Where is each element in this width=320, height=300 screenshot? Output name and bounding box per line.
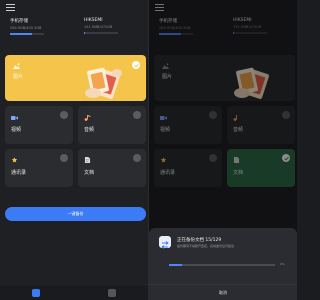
dialog-title: 正在备份文档 15/129 [177, 238, 222, 243]
storage-name: HIKSEMI [84, 18, 103, 23]
storage-size: 151.5MB/472GB [84, 25, 113, 29]
check-icon [133, 63, 139, 68]
document-icon [84, 157, 91, 163]
music-icon [84, 115, 91, 121]
progress-percent: 1% [280, 262, 285, 266]
photo-select-checkbox[interactable] [132, 61, 140, 69]
contacts-card[interactable]: 通讯录 [5, 149, 73, 187]
audio-card[interactable]: 音频 [78, 106, 146, 144]
files-tab-icon[interactable] [108, 289, 116, 297]
video-card[interactable]: 视频 [5, 106, 73, 144]
photo-card[interactable]: 图片 [5, 55, 146, 101]
backup-button-label: 一键备份 [67, 211, 84, 216]
image-icon [13, 63, 20, 69]
divider [149, 284, 297, 285]
card-label: 文档 [84, 170, 95, 176]
photo-illustration [85, 67, 122, 99]
card-label: 视频 [11, 127, 22, 133]
backup-progress-dialog: 正在备份文档 15/129 备份期间不得断开连接，完成备份后可拔出 1% 取消 [149, 228, 297, 300]
dialog-description: 备份期间不得断开连接，完成备份后可拔出 [177, 244, 235, 248]
one-click-backup-button[interactable]: 一键备份 [5, 207, 146, 221]
backup-progress-bar [169, 264, 275, 266]
storage-size: 264.9GB/405.3GB [10, 26, 42, 30]
hiksemi-storage[interactable]: HIKSEMI 151.5MB/472GB [84, 18, 118, 34]
video-select-checkbox[interactable] [60, 111, 68, 119]
home-tab-icon[interactable] [32, 289, 40, 297]
card-label: 音频 [84, 127, 95, 133]
menu-icon[interactable] [6, 4, 15, 11]
card-label: 通讯录 [11, 170, 27, 176]
storage-name: 手机存储 [10, 19, 28, 24]
docs-card[interactable]: 文档 [78, 149, 146, 187]
audio-select-checkbox[interactable] [133, 111, 141, 119]
video-icon [11, 116, 18, 120]
cancel-button[interactable]: 取消 [149, 290, 297, 296]
main-screen: 手机存储 264.9GB/405.3GB HIKSEMI 151.5MB/472… [0, 0, 148, 300]
progress-fill [169, 264, 182, 266]
docs-select-checkbox[interactable] [133, 154, 141, 162]
storage-bar [84, 32, 118, 34]
bottom-tab-bar [0, 286, 148, 300]
card-label: 图片 [13, 74, 24, 80]
document-transfer-icon [159, 236, 171, 249]
contacts-select-checkbox[interactable] [60, 154, 68, 162]
contacts-icon [11, 157, 18, 163]
phone-storage[interactable]: 手机存储 264.9GB/405.3GB [10, 18, 44, 35]
storage-bar [10, 33, 44, 35]
